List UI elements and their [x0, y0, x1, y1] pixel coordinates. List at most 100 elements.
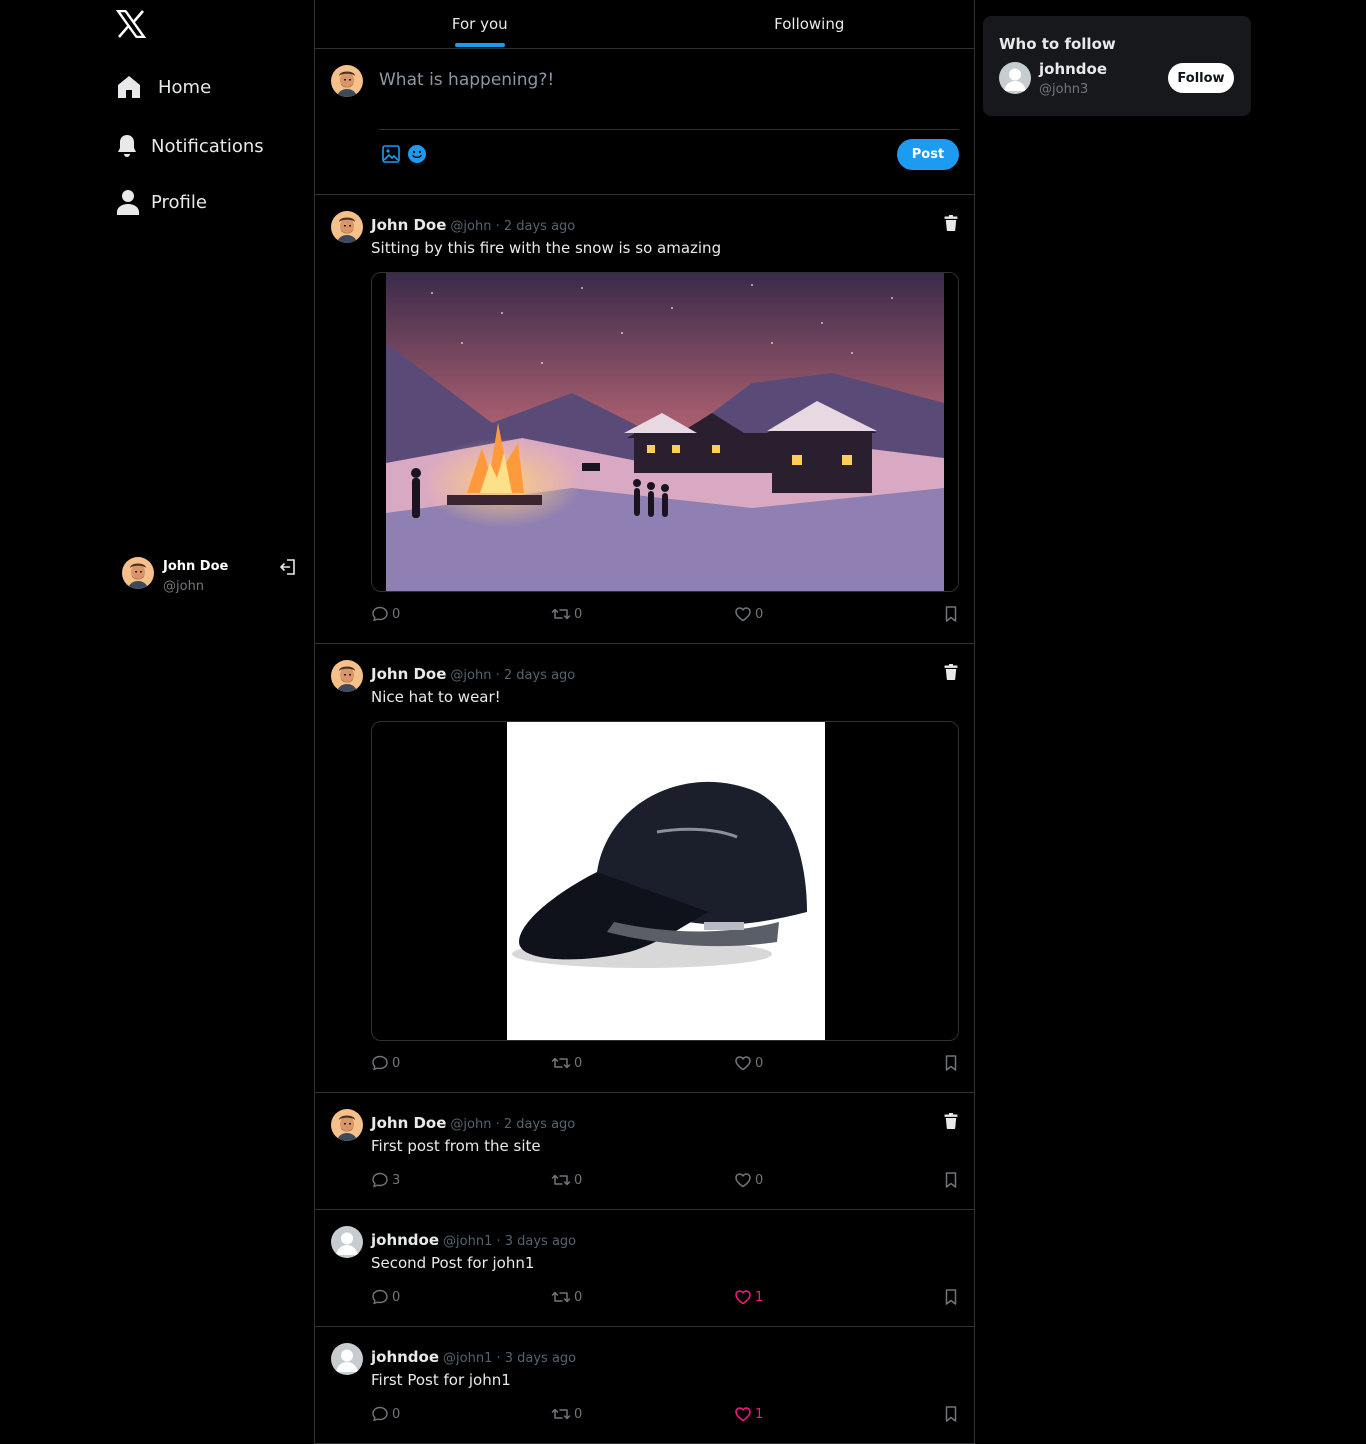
like-count: 0: [755, 1172, 764, 1188]
logout-icon[interactable]: [279, 558, 297, 580]
like-button[interactable]: 0: [734, 605, 763, 623]
trash-icon[interactable]: [943, 664, 959, 684]
bookmark-icon: [942, 1288, 960, 1306]
comment-button[interactable]: 0: [371, 1405, 400, 1423]
avatar[interactable]: [999, 62, 1031, 94]
suggested-user-name[interactable]: johndoe: [1039, 60, 1107, 78]
nav-notifications[interactable]: Notifications: [116, 133, 264, 159]
repost-count: 0: [574, 606, 583, 622]
bookmark-icon: [942, 1405, 960, 1423]
bookmark-button[interactable]: [942, 1171, 963, 1189]
tab-for-you[interactable]: For you: [315, 0, 645, 48]
nav-home-label: Home: [158, 76, 212, 98]
bookmark-button[interactable]: [942, 1288, 963, 1306]
post-item[interactable]: John Doe @john · 2 days ago Nice hat to w…: [315, 644, 974, 1093]
heart-icon: [734, 605, 752, 623]
post-actions: 3 0 0: [371, 1171, 959, 1191]
comment-count: 0: [392, 1289, 401, 1305]
repost-icon: [551, 1054, 571, 1072]
avatar: [331, 211, 363, 243]
timeline: For you Following Post John Doe@john · 2…: [314, 0, 975, 1444]
post-text: Sitting by this fire with the snow is so…: [371, 239, 722, 257]
post-header: John Doe @john · 2 days ago: [371, 664, 575, 683]
repost-button[interactable]: 0: [551, 1054, 582, 1072]
post-author-name: johndoe: [371, 1231, 440, 1249]
trash-icon[interactable]: [943, 215, 959, 235]
bookmark-button[interactable]: [942, 1405, 963, 1423]
who-to-follow-panel: Who to follow johndoe @john3 Follow: [983, 16, 1251, 116]
black-cap-image[interactable]: [371, 721, 959, 1041]
comment-icon: [371, 1054, 389, 1072]
like-count: 0: [755, 606, 764, 622]
post-text: Second Post for john1: [371, 1254, 535, 1272]
repost-count: 0: [574, 1172, 583, 1188]
post-item[interactable]: johndoe @john1 · 3 days ago First Post fo…: [315, 1327, 974, 1444]
current-user-name: John Doe: [163, 559, 229, 574]
bookmark-button[interactable]: [942, 605, 963, 623]
home-icon: [116, 74, 142, 100]
tab-for-you-label: For you: [451, 15, 508, 33]
post-item[interactable]: johndoe @john1 · 3 days ago Second Post f…: [315, 1210, 974, 1327]
tab-following[interactable]: Following: [645, 0, 975, 48]
post-header: John Doe @john · 2 days ago: [371, 215, 575, 234]
repost-count: 0: [574, 1289, 583, 1305]
x-logo-icon[interactable]: [115, 9, 147, 39]
post-header: johndoe @john1 · 3 days ago: [371, 1347, 576, 1366]
post-meta: @john1 · 3 days ago: [443, 1234, 577, 1249]
nav-profile[interactable]: Profile: [116, 189, 207, 215]
left-sidebar: Home Notifications Profile John Doe @joh…: [0, 0, 314, 1444]
like-button[interactable]: 1: [734, 1288, 763, 1306]
post-actions: 0 0 0: [371, 1054, 959, 1074]
avatar: [331, 1109, 363, 1141]
post-item[interactable]: John Doe @john · 2 days ago Sitting by th…: [315, 195, 974, 644]
comment-button[interactable]: 0: [371, 1054, 400, 1072]
comment-count: 0: [392, 606, 401, 622]
comment-icon: [371, 1171, 389, 1189]
comment-icon: [371, 605, 389, 623]
follow-button[interactable]: Follow: [1168, 63, 1234, 93]
post-header: johndoe @john1 · 3 days ago: [371, 1230, 576, 1249]
post-author-name: John Doe: [371, 1114, 447, 1132]
nav-notifications-label: Notifications: [151, 135, 264, 157]
heart-icon: [734, 1054, 752, 1072]
image-icon[interactable]: [381, 144, 401, 168]
post-meta: @john · 2 days ago: [450, 219, 576, 234]
post-button[interactable]: Post: [897, 139, 959, 170]
repost-button[interactable]: 0: [551, 605, 582, 623]
winter-campfire-image[interactable]: [371, 272, 959, 592]
post-meta: @john · 2 days ago: [450, 1117, 576, 1132]
emoji-icon[interactable]: [407, 144, 427, 168]
comment-button[interactable]: 3: [371, 1171, 400, 1189]
repost-button[interactable]: 0: [551, 1405, 582, 1423]
bookmark-button[interactable]: [942, 1054, 963, 1072]
post-meta: @john · 2 days ago: [450, 668, 576, 683]
post-author-name: John Doe: [371, 665, 447, 683]
post-item[interactable]: John Doe @john · 2 days ago First post fr…: [315, 1093, 974, 1210]
like-count: 1: [755, 1289, 764, 1305]
feed-tabs: For you Following: [315, 0, 974, 49]
like-count: 0: [755, 1055, 764, 1071]
post-actions: 0 0 1: [371, 1405, 959, 1425]
heart-icon: [734, 1288, 752, 1306]
avatar: [331, 660, 363, 692]
compose-input[interactable]: [379, 65, 959, 95]
post-text: First Post for john1: [371, 1371, 511, 1389]
post-author-name: johndoe: [371, 1348, 440, 1366]
comment-button[interactable]: 0: [371, 605, 400, 623]
bookmark-icon: [942, 1054, 960, 1072]
heart-icon: [734, 1171, 752, 1189]
like-button[interactable]: 0: [734, 1171, 763, 1189]
nav-profile-label: Profile: [151, 191, 207, 213]
nav-home[interactable]: Home: [116, 74, 211, 100]
current-user-card[interactable]: John Doe @john: [122, 556, 302, 596]
like-button[interactable]: 1: [734, 1405, 763, 1423]
post-actions: 0 0 0: [371, 605, 959, 625]
who-to-follow-title: Who to follow: [999, 35, 1116, 53]
repost-icon: [551, 1405, 571, 1423]
repost-button[interactable]: 0: [551, 1288, 582, 1306]
like-button[interactable]: 0: [734, 1054, 763, 1072]
trash-icon[interactable]: [943, 1113, 959, 1133]
repost-icon: [551, 605, 571, 623]
repost-button[interactable]: 0: [551, 1171, 582, 1189]
comment-button[interactable]: 0: [371, 1288, 400, 1306]
